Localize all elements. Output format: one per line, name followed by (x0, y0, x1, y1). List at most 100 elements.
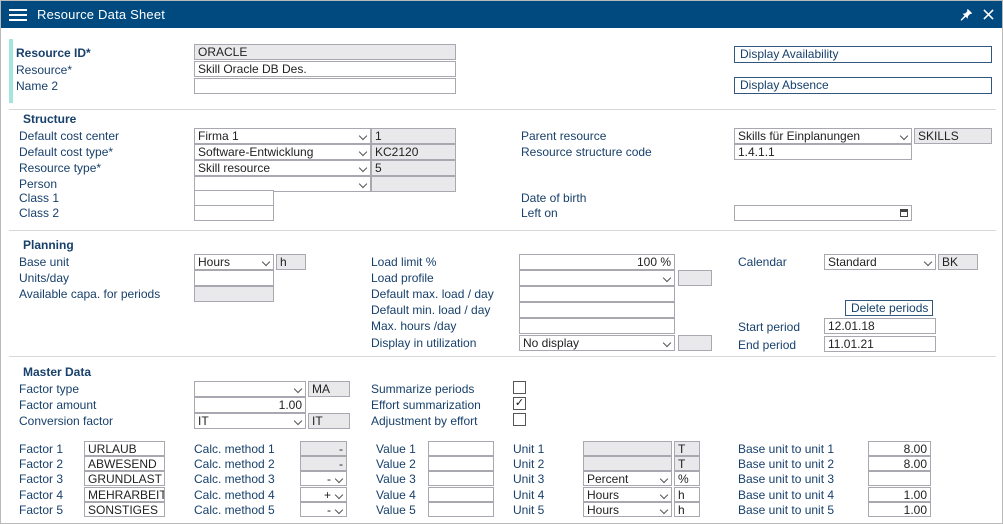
min-load-label: Default min. load / day (371, 303, 490, 317)
base-unit3-field[interactable] (868, 471, 931, 486)
calc-method3-select[interactable]: - (300, 471, 347, 486)
resource-field[interactable]: Skill Oracle DB Des. (194, 61, 456, 77)
end-period-field[interactable]: 11.01.21 (824, 336, 936, 352)
value3-label: Value 3 (376, 472, 416, 486)
menu-icon[interactable] (9, 9, 27, 21)
chevron-down-icon (262, 258, 270, 266)
unit4-select[interactable]: Hours (583, 487, 672, 502)
chevron-down-icon (359, 180, 367, 188)
delete-periods-button[interactable]: Delete periods (845, 300, 933, 316)
load-profile-select[interactable] (519, 270, 675, 286)
unit1-code-field: T (674, 441, 700, 456)
cost-type-label: Default cost type* (19, 145, 113, 159)
class2-label: Class 2 (19, 206, 59, 220)
factor5-field[interactable]: SONSTIGES (84, 502, 165, 517)
factor-type-label: Factor type (19, 382, 79, 396)
factor4-field[interactable]: MEHRARBEIT (84, 487, 165, 502)
base-unit1-field[interactable]: 8.00 (868, 441, 931, 456)
resource-label: Resource* (16, 63, 72, 77)
unit2-field (583, 456, 672, 471)
class1-field[interactable] (194, 190, 274, 206)
value2-field[interactable] (428, 456, 494, 471)
effort-summarization-checkbox[interactable]: ✓ (513, 397, 526, 410)
load-limit-field[interactable]: 100 % (519, 254, 675, 270)
chevron-down-icon (900, 132, 908, 140)
calendar-label: Calendar (738, 255, 787, 269)
left-on-label: Left on (521, 206, 558, 220)
structure-code-label: Resource structure code (521, 145, 652, 159)
base-unit4-field[interactable]: 1.00 (868, 487, 931, 502)
avail-capa-field (194, 286, 274, 302)
calendar-icon[interactable] (900, 209, 908, 217)
factor-type-select[interactable] (194, 381, 306, 397)
value1-field[interactable] (428, 441, 494, 456)
unit3-select[interactable]: Percent (583, 471, 672, 486)
resource-id-label: Resource ID* (16, 46, 91, 60)
units-day-field[interactable] (194, 270, 274, 286)
calc-method4-select[interactable]: + (300, 487, 347, 502)
base-unit2-field[interactable]: 8.00 (868, 456, 931, 471)
start-period-label: Start period (738, 320, 800, 334)
factor1-field[interactable]: URLAUB (84, 441, 165, 456)
pin-icon[interactable] (960, 8, 973, 21)
section-accent-bar (9, 39, 13, 103)
name2-field[interactable] (194, 78, 456, 94)
base-unit5-field[interactable]: 1.00 (868, 502, 931, 517)
conversion-factor-select[interactable]: IT (194, 413, 306, 429)
cost-center-select[interactable]: Firma 1 (194, 128, 371, 144)
min-load-field[interactable] (519, 302, 675, 318)
unit5-code-field: h (674, 502, 700, 517)
chevron-down-icon (359, 148, 367, 156)
conversion-factor-label: Conversion factor (19, 414, 113, 428)
left-on-field[interactable] (734, 205, 912, 221)
resource-id-field: ORACLE (194, 44, 456, 60)
class2-field[interactable] (194, 205, 274, 221)
resource-type-code-field: 5 (371, 160, 456, 176)
load-limit-label: Load limit % (371, 255, 436, 269)
display-util-value: No display (523, 336, 579, 350)
chevron-down-icon (294, 417, 302, 425)
calc-method4-label: Calc. method 4 (194, 488, 275, 502)
close-icon[interactable] (983, 9, 994, 20)
chevron-down-icon (359, 132, 367, 140)
resource-type-select[interactable]: Skill resource (194, 160, 371, 176)
display-availability-button[interactable]: Display Availability (734, 46, 992, 63)
calc-method5-select[interactable]: - (300, 502, 347, 517)
factor-amount-field[interactable]: 1.00 (194, 397, 306, 413)
value4-field[interactable] (428, 487, 494, 502)
unit2-label: Unit 2 (513, 457, 544, 471)
display-absence-button[interactable]: Display Absence (734, 77, 992, 94)
value1-label: Value 1 (376, 442, 416, 456)
parent-resource-select[interactable]: Skills für Einplanungen (734, 128, 912, 144)
unit5-value: Hours (587, 503, 619, 517)
max-hours-field[interactable] (519, 318, 675, 334)
factor5-label: Factor 5 (19, 503, 63, 517)
separator (9, 230, 996, 231)
calc-method1-label: Calc. method 1 (194, 442, 275, 456)
factor3-field[interactable]: GRUNDLAST (84, 471, 165, 486)
chevron-down-icon (660, 491, 668, 499)
unit5-select[interactable]: Hours (583, 502, 672, 517)
value3-field[interactable] (428, 471, 494, 486)
calc-method2-field: - (300, 456, 347, 471)
base-unit-value: Hours (198, 255, 230, 269)
chevron-down-icon (663, 339, 671, 347)
resource-type-label: Resource type* (19, 161, 101, 175)
value5-field[interactable] (428, 502, 494, 517)
unit1-field (583, 441, 672, 456)
summarize-periods-checkbox[interactable] (513, 381, 526, 394)
cost-type-value: Software-Entwicklung (198, 145, 313, 159)
chevron-down-icon (660, 506, 668, 514)
structure-code-field[interactable]: 1.4.1.1 (734, 144, 912, 160)
base-unit-select[interactable]: Hours (194, 254, 274, 270)
factor2-field[interactable]: ABWESEND (84, 456, 165, 471)
calc-method3-value: - (327, 472, 331, 486)
separator (9, 356, 996, 357)
cost-type-select[interactable]: Software-Entwicklung (194, 144, 371, 160)
calendar-select[interactable]: Standard (824, 254, 936, 270)
display-util-select[interactable]: No display (519, 335, 675, 351)
person-code-field (371, 176, 456, 192)
adjustment-by-effort-checkbox[interactable] (513, 413, 526, 426)
max-load-field[interactable] (519, 286, 675, 302)
start-period-field[interactable]: 12.01.18 (824, 318, 936, 334)
